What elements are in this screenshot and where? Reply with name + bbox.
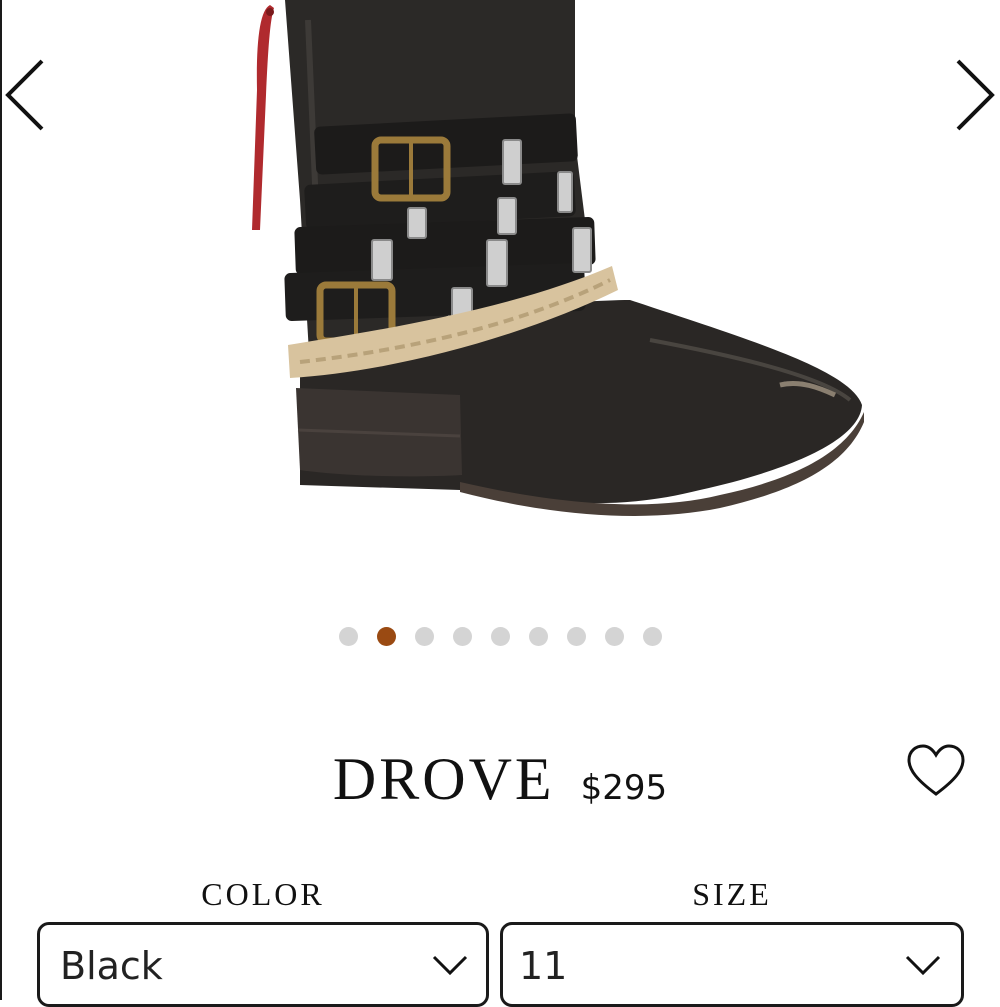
- product-name: DROVE: [332, 746, 555, 812]
- favorite-button[interactable]: [905, 742, 967, 800]
- carousel-dot[interactable]: [604, 627, 624, 646]
- carousel-dot[interactable]: [452, 627, 472, 646]
- carousel-dots: [0, 627, 1000, 646]
- carousel-dot[interactable]: [338, 627, 358, 646]
- product-title-row: DROVE $295: [0, 745, 1000, 814]
- product-image-carousel[interactable]: [0, 0, 1000, 646]
- previous-image-button[interactable]: [0, 55, 50, 140]
- size-label: SIZE: [692, 876, 772, 912]
- heart-icon: [907, 744, 965, 796]
- carousel-dot[interactable]: [490, 627, 510, 646]
- carousel-dot[interactable]: [414, 627, 434, 646]
- carousel-dot[interactable]: [566, 627, 586, 646]
- chevron-right-icon: [956, 59, 995, 131]
- chevron-left-icon: [5, 59, 44, 131]
- chevron-down-icon: [905, 955, 941, 976]
- chevron-down-icon: [432, 955, 468, 976]
- color-label: COLOR: [201, 876, 325, 912]
- product-price: $295: [580, 768, 668, 808]
- color-select[interactable]: Black: [37, 922, 489, 1007]
- carousel-dot[interactable]: [642, 627, 662, 646]
- size-select[interactable]: 11: [500, 922, 964, 1007]
- product-image: [252, 0, 864, 516]
- size-select-value: 11: [519, 944, 568, 988]
- next-image-button[interactable]: [950, 55, 1000, 140]
- carousel-dot[interactable]: [528, 627, 548, 646]
- color-select-value: Black: [60, 944, 163, 988]
- carousel-dot[interactable]: [376, 627, 396, 646]
